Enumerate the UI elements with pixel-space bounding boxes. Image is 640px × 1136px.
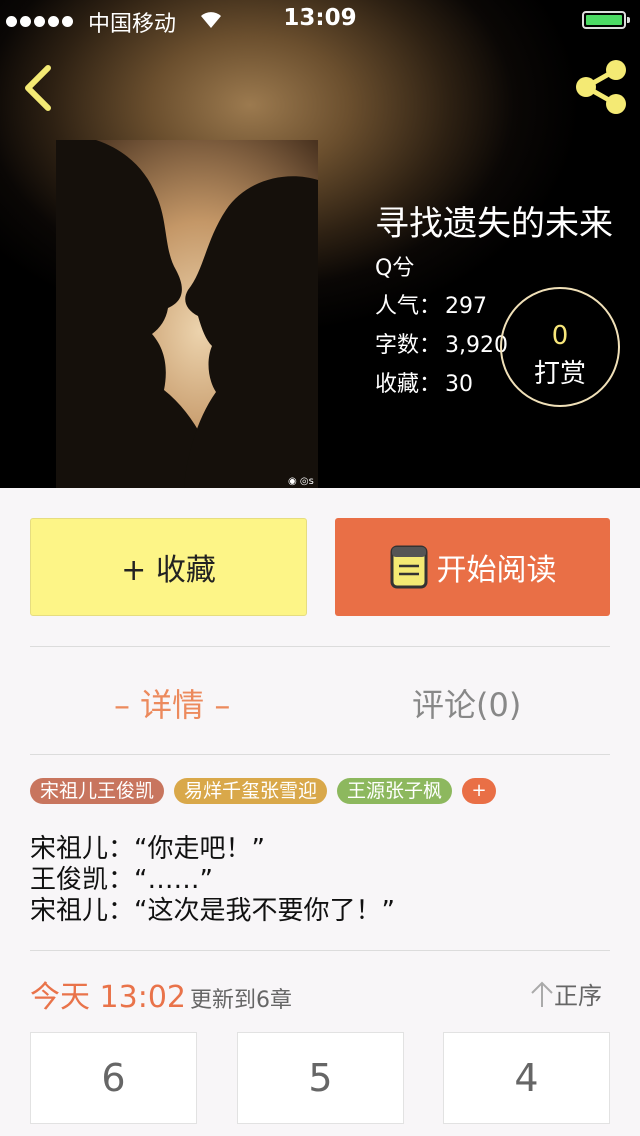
status-bar: 中国移动 13:09 xyxy=(0,0,640,40)
sort-order-label: 正序 xyxy=(554,982,602,1010)
collect-label: + 收藏 xyxy=(121,553,216,588)
stat-value: 3,920 xyxy=(445,333,508,358)
back-icon[interactable] xyxy=(18,60,62,116)
tab-details[interactable]: – 详情 – xyxy=(114,680,230,726)
clock: 13:09 xyxy=(283,5,357,31)
battery-icon xyxy=(582,11,630,29)
stat-label: 人气： xyxy=(375,294,442,319)
read-label: 开始阅读 xyxy=(436,553,557,588)
divider xyxy=(30,754,610,755)
start-reading-button[interactable]: 开始阅读 xyxy=(335,518,610,616)
reward-count: 0 xyxy=(551,321,569,351)
reward-label: 打赏 xyxy=(533,359,586,389)
stat-value: 30 xyxy=(445,372,474,397)
book-author[interactable]: Q兮 xyxy=(375,250,414,282)
share-icon[interactable] xyxy=(572,58,630,116)
svg-text:◉ ◎s: ◉ ◎s xyxy=(288,476,314,487)
chapter-button[interactable]: 5 xyxy=(237,1032,404,1124)
tab-comments[interactable]: 评论(0) xyxy=(412,680,521,726)
tag-list: 宋祖儿王俊凯 易烊千玺张雪迎 王源张子枫 + xyxy=(30,778,497,804)
book-intro: 宋祖儿：“你走吧！” 王俊凯：“……” 宋祖儿：“这次是我不要你了！” xyxy=(30,834,395,927)
favorites-stat: 收藏： 30 xyxy=(375,366,473,398)
add-to-favorites-button[interactable]: + 收藏 xyxy=(30,518,307,616)
add-tag-button[interactable]: + xyxy=(462,778,497,804)
book-cover-image[interactable]: ◉ ◎s xyxy=(56,140,318,488)
stat-value: 297 xyxy=(445,294,488,319)
book-header: 中国移动 13:09 ◉ ◎s 寻找遗失的未来 Q兮 人气： 297 字数： 3… xyxy=(0,0,640,488)
chapter-button[interactable]: 6 xyxy=(30,1032,197,1124)
update-info: 今天 13:02 更新到6章 xyxy=(30,972,292,1016)
tag-item[interactable]: 易烊千玺张雪迎 xyxy=(174,778,328,804)
word-count-stat: 字数： 3,920 xyxy=(375,327,508,359)
intro-line: 宋祖儿：“这次是我不要你了！” xyxy=(30,896,395,926)
divider xyxy=(30,646,610,647)
stat-label: 字数： xyxy=(375,333,442,358)
stat-label: 收藏： xyxy=(375,372,442,397)
tag-item[interactable]: 王源张子枫 xyxy=(337,778,453,804)
book-icon xyxy=(390,545,427,589)
book-title: 寻找遗失的未来 xyxy=(375,204,613,244)
arrow-up-icon xyxy=(531,981,553,1007)
intro-line: 王俊凯：“……” xyxy=(30,865,213,895)
popularity-stat: 人气： 297 xyxy=(375,288,487,320)
tag-item[interactable]: 宋祖儿王俊凯 xyxy=(30,778,165,804)
sort-order-button[interactable]: 正序 xyxy=(530,976,602,1011)
update-message: 更新到6章 xyxy=(190,988,292,1013)
intro-line: 宋祖儿：“你走吧！” xyxy=(30,834,265,864)
reward-button[interactable]: 0 打赏 xyxy=(500,287,620,407)
divider xyxy=(30,950,610,951)
update-time: 今天 13:02 xyxy=(30,980,186,1015)
chapter-button[interactable]: 4 xyxy=(443,1032,610,1124)
